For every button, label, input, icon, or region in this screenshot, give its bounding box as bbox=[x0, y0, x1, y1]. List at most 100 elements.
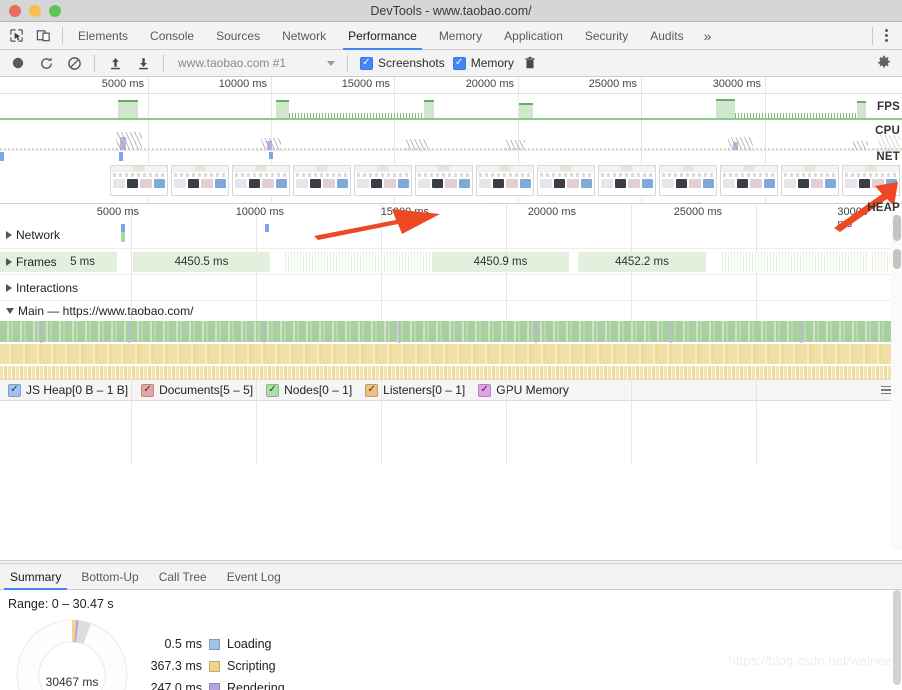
filmstrip-thumbnail[interactable] bbox=[842, 165, 900, 196]
summary-content: 30467 ms 0.5 ms Loading 367.3 ms Scripti… bbox=[0, 615, 902, 690]
track-row-interactions[interactable]: Interactions bbox=[0, 275, 902, 301]
tab-elements[interactable]: Elements bbox=[67, 22, 139, 49]
devtools-tab-list: Elements Console Sources Network Perform… bbox=[67, 22, 868, 50]
clear-recording-icon[interactable] bbox=[62, 52, 86, 74]
overview-filmstrip[interactable] bbox=[0, 164, 902, 197]
reload-and-record-icon[interactable] bbox=[34, 52, 58, 74]
tab-security[interactable]: Security bbox=[574, 22, 639, 49]
memory-checkbox[interactable]: ✓ Memory bbox=[452, 56, 515, 70]
overview-label-fps: FPS bbox=[877, 101, 900, 113]
summary-legend: 0.5 ms Loading 367.3 ms Scripting 247.0 … bbox=[140, 619, 285, 690]
devtools-tool-icons bbox=[0, 22, 58, 49]
filmstrip-thumbnail[interactable] bbox=[293, 165, 351, 196]
counter-gpu-memory[interactable]: ✓ GPU Memory bbox=[478, 383, 569, 397]
tab-sources[interactable]: Sources bbox=[205, 22, 271, 49]
toolbar-divider-2 bbox=[163, 54, 164, 72]
memory-label: Memory bbox=[470, 56, 515, 70]
overview-label-heap: HEAP bbox=[867, 202, 900, 214]
devtools-tabbar: Elements Console Sources Network Perform… bbox=[0, 22, 902, 50]
chevron-down-icon[interactable] bbox=[6, 308, 14, 314]
gear-icon[interactable] bbox=[872, 52, 896, 74]
track-label-frames: Frames bbox=[16, 254, 57, 269]
inspect-element-icon[interactable] bbox=[6, 26, 26, 46]
track-row-network[interactable]: Network bbox=[0, 221, 902, 249]
tab-bottom-up[interactable]: Bottom-Up bbox=[71, 564, 148, 589]
filmstrip-thumbnail[interactable] bbox=[537, 165, 595, 196]
screenshots-checkbox[interactable]: ✓ Screenshots bbox=[360, 56, 445, 70]
track-header-network[interactable]: Network bbox=[0, 221, 60, 248]
legend-row-rendering[interactable]: 247.0 ms Rendering bbox=[140, 677, 285, 690]
tracks-scrollbar-thumb-1[interactable] bbox=[893, 215, 901, 241]
overview-tick-3: 20000 ms bbox=[465, 78, 514, 90]
counter-js-heap[interactable]: ✓ JS Heap[0 B – 1 B] bbox=[8, 383, 128, 397]
donut-total-label: 30467 ms bbox=[45, 675, 99, 689]
overview-tick-2: 15000 ms bbox=[341, 78, 390, 90]
track-row-frames[interactable]: Frames 5 ms 4450.5 ms 4450.9 ms 4452.2 m… bbox=[0, 249, 902, 275]
devtools-window: DevTools - www.taobao.com/ Elements Cons… bbox=[0, 0, 902, 690]
tracks-ruler: 5000 ms 10000 ms 15000 ms 20000 ms 25000… bbox=[0, 204, 902, 464]
counter-listeners-label: Listeners[0 – 1] bbox=[383, 383, 466, 397]
tab-summary[interactable]: Summary bbox=[0, 564, 71, 590]
save-profile-icon[interactable] bbox=[131, 52, 155, 74]
window-title: DevTools - www.taobao.com/ bbox=[370, 3, 532, 18]
tabbar-divider bbox=[62, 27, 63, 44]
track-row-main[interactable]: Main — https://www.taobao.com/ bbox=[0, 301, 902, 321]
counter-listeners-checkbox[interactable]: ✓ bbox=[365, 383, 379, 397]
tracks-tick-0: 5000 ms bbox=[96, 206, 139, 218]
filmstrip-thumbnail[interactable] bbox=[232, 165, 290, 196]
drawer-scrollbar-thumb[interactable] bbox=[893, 590, 901, 685]
frame-duration[interactable]: 4450.5 ms bbox=[133, 252, 270, 272]
legend-row-scripting[interactable]: 367.3 ms Scripting bbox=[140, 655, 285, 677]
chevron-right-icon[interactable] bbox=[6, 283, 12, 292]
track-label-interactions: Interactions bbox=[16, 280, 79, 295]
window-titlebar: DevTools - www.taobao.com/ bbox=[0, 0, 902, 22]
timeline-tracks[interactable]: 5000 ms 10000 ms 15000 ms 20000 ms 25000… bbox=[0, 204, 902, 464]
flame-chart[interactable] bbox=[0, 321, 902, 379]
filmstrip-thumbnail[interactable] bbox=[659, 165, 717, 196]
tracks-scrollbar-thumb-2[interactable] bbox=[893, 249, 901, 269]
collect-garbage-icon[interactable] bbox=[518, 52, 542, 74]
tab-performance[interactable]: Performance bbox=[337, 22, 428, 50]
summary-donut-chart[interactable]: 30467 ms bbox=[16, 619, 128, 690]
counter-documents[interactable]: ✓ Documents[5 – 5] bbox=[141, 383, 253, 397]
counter-nodes[interactable]: ✓ Nodes[0 – 1] bbox=[266, 383, 352, 397]
tab-console[interactable]: Console bbox=[139, 22, 205, 49]
device-toolbar-icon[interactable] bbox=[33, 26, 53, 46]
tab-network[interactable]: Network bbox=[271, 22, 337, 49]
frame-duration[interactable]: 4450.9 ms bbox=[432, 252, 569, 272]
counter-js-heap-checkbox[interactable]: ✓ bbox=[8, 383, 21, 397]
tabbar-divider-right bbox=[872, 26, 873, 45]
profile-selector[interactable]: www.taobao.com #1 bbox=[174, 53, 339, 73]
timeline-overview[interactable]: 5000 ms 10000 ms 15000 ms 20000 ms 25000… bbox=[0, 77, 902, 223]
record-icon[interactable] bbox=[6, 52, 30, 74]
tab-application[interactable]: Application bbox=[493, 22, 574, 49]
filmstrip-thumbnail[interactable] bbox=[354, 165, 412, 196]
track-header-frames[interactable]: Frames bbox=[0, 249, 57, 274]
filmstrip-thumbnail[interactable] bbox=[598, 165, 656, 196]
tab-memory[interactable]: Memory bbox=[428, 22, 493, 49]
filmstrip-thumbnail[interactable] bbox=[476, 165, 534, 196]
chevron-right-icon[interactable] bbox=[6, 230, 12, 239]
more-options-icon[interactable] bbox=[877, 29, 895, 42]
chevron-right-icon[interactable] bbox=[6, 257, 12, 266]
load-profile-icon[interactable] bbox=[103, 52, 127, 74]
tab-call-tree[interactable]: Call Tree bbox=[149, 564, 217, 589]
tab-event-log[interactable]: Event Log bbox=[217, 564, 291, 589]
legend-row-loading[interactable]: 0.5 ms Loading bbox=[140, 633, 285, 655]
overview-tick-0: 5000 ms bbox=[101, 78, 144, 90]
frame-duration[interactable]: 4452.2 ms bbox=[578, 252, 706, 272]
legend-name-scripting: Scripting bbox=[227, 659, 276, 673]
filmstrip-thumbnail[interactable] bbox=[781, 165, 839, 196]
track-header-interactions[interactable]: Interactions bbox=[0, 275, 78, 300]
track-header-main[interactable]: Main — https://www.taobao.com/ bbox=[0, 301, 193, 321]
counter-documents-checkbox[interactable]: ✓ bbox=[141, 383, 155, 397]
counter-gpu-memory-checkbox[interactable]: ✓ bbox=[478, 383, 492, 397]
tab-overflow-icon[interactable]: » bbox=[695, 22, 721, 49]
tab-audits[interactable]: Audits bbox=[639, 22, 694, 49]
toolbar-divider-3 bbox=[347, 54, 348, 72]
counter-nodes-checkbox[interactable]: ✓ bbox=[266, 383, 280, 397]
filmstrip-thumbnail[interactable] bbox=[171, 165, 229, 196]
filmstrip-thumbnail[interactable] bbox=[415, 165, 473, 196]
filmstrip-thumbnail[interactable] bbox=[110, 165, 168, 196]
filmstrip-thumbnail[interactable] bbox=[720, 165, 778, 196]
